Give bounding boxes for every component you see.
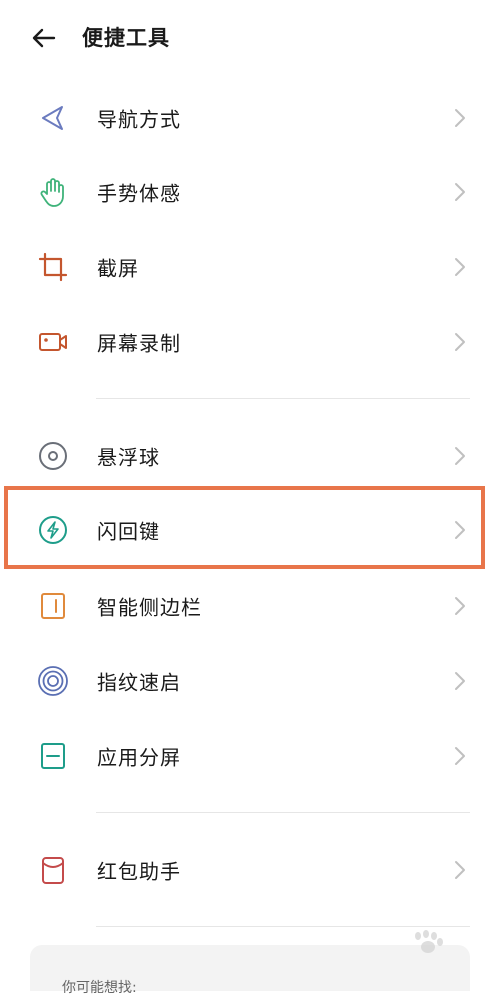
screen-record-icon [39,333,67,351]
list-item-label: 手势体感 [97,181,181,206]
list-item-label: 智能侧边栏 [97,595,202,620]
chevron-right-icon [455,747,465,765]
list-item-fingerprint[interactable]: 指纹速启 [0,644,500,718]
chevron-right-icon [455,861,465,879]
list-item-label: 导航方式 [97,107,181,132]
header: 便捷工具 [0,0,500,80]
list-item-label: 屏幕录制 [97,331,181,356]
chevron-right-icon [455,258,465,276]
list-item-label: 应用分屏 [97,745,181,770]
chevron-right-icon [455,333,465,351]
list-item-gesture[interactable]: 手势体感 [0,155,500,229]
list-item-red-envelope[interactable]: 红包助手 [0,833,500,907]
back-arrow-icon[interactable] [30,24,58,52]
list-item-floating-ball[interactable]: 悬浮球 [0,419,500,493]
split-screen-icon [41,743,65,769]
chevron-right-icon [455,447,465,465]
list-item-label: 指纹速启 [97,670,181,695]
chevron-right-icon [455,597,465,615]
chevron-right-icon [455,672,465,690]
smart-sidebar-icon [41,593,65,619]
list-item-navigation[interactable]: 导航方式 [0,81,500,155]
crop-icon [38,252,68,282]
list-item-label: 悬浮球 [97,445,160,470]
list-item-label: 红包助手 [97,859,181,884]
suggestions-heading: 你可能想找: [62,980,137,996]
chevron-right-icon [455,109,465,127]
baidu-watermark-icon [415,930,443,953]
list-item-screenshot[interactable]: 截屏 [0,230,500,304]
chevron-right-icon [455,183,465,201]
hand-gesture-icon [40,178,64,207]
floating-ball-icon [39,442,67,470]
navigation-icon [42,106,63,130]
highlight-frame [4,486,485,569]
section-divider [96,812,470,813]
page-title: 便捷工具 [82,26,170,50]
red-envelope-icon [42,857,64,884]
fingerprint-icon [38,666,68,696]
section-divider [96,398,470,399]
list-item-label: 截屏 [97,256,139,281]
list-item-split-screen[interactable]: 应用分屏 [0,719,500,793]
list-item-smart-sidebar[interactable]: 智能侧边栏 [0,569,500,643]
list-item-screen-record[interactable]: 屏幕录制 [0,305,500,379]
section-divider [96,926,470,927]
